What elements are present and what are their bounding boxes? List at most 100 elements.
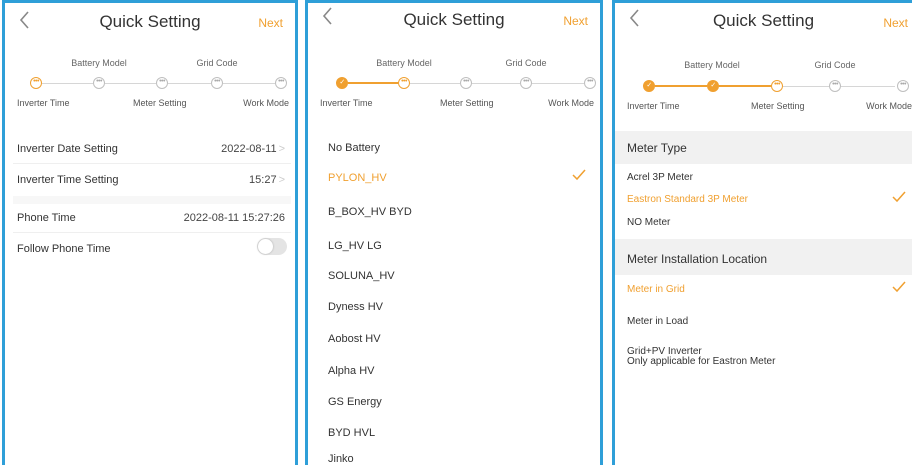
- step-node-grid-code[interactable]: •••: [829, 80, 841, 92]
- meter-option-label: Eastron Standard 3P Meter: [627, 194, 748, 205]
- step-label-work-mode: Work Mode: [548, 98, 594, 108]
- step-node-battery-model[interactable]: •••: [398, 77, 410, 89]
- step-connector: [348, 82, 398, 84]
- step-connector: [168, 83, 211, 84]
- step-label-meter-setting: Meter Setting: [133, 98, 187, 108]
- meter-option-acrel-3p[interactable]: Acrel 3P Meter: [627, 172, 906, 183]
- step-node-battery-model[interactable]: •••: [93, 77, 105, 89]
- checkmark-icon: [892, 281, 906, 293]
- step-connector: [410, 83, 460, 84]
- step-connector: [783, 86, 829, 87]
- step-label-inverter-time: Inverter Time: [17, 98, 70, 108]
- battery-option-aobost-hv[interactable]: Aobost HV: [328, 333, 590, 345]
- step-connector: [42, 83, 93, 84]
- step-node-inverter-time[interactable]: ✓: [336, 77, 348, 89]
- phone-time-value: 2022-08-11 15:27:26: [183, 212, 285, 224]
- battery-option-lg-hv-lg[interactable]: LG_HV LG: [328, 240, 590, 252]
- step-node-meter-setting[interactable]: •••: [156, 77, 168, 89]
- step-label-meter-setting: Meter Setting: [751, 101, 805, 111]
- divider: [13, 163, 291, 164]
- page-title: Quick Setting: [403, 10, 505, 29]
- location-option-grid-pv-inverter[interactable]: Grid+PV Inverter Only applicable for Eas…: [627, 347, 906, 367]
- header: Quick Setting Next: [308, 3, 600, 43]
- next-button[interactable]: Next: [883, 16, 908, 30]
- battery-option-bbox-hv-byd[interactable]: B_BOX_HV BYD: [328, 206, 590, 218]
- battery-option-soluna-hv[interactable]: SOLUNA_HV: [328, 270, 590, 282]
- page-title: Quick Setting: [99, 12, 201, 31]
- step-label-grid-code: Grid Code: [505, 58, 547, 68]
- step-label-inverter-time: Inverter Time: [320, 98, 373, 108]
- step-label-grid-code: Grid Code: [196, 58, 238, 68]
- step-label-meter-setting: Meter Setting: [440, 98, 494, 108]
- step-progress: Battery Model Grid Code ✓ ••• ••• ••• ••…: [308, 43, 600, 121]
- row-label: Inverter Date Setting: [17, 143, 118, 155]
- step-label-battery-model: Battery Model: [684, 60, 740, 70]
- step-connector: [105, 83, 156, 84]
- step-label-work-mode: Work Mode: [866, 101, 912, 111]
- checkmark-icon: [892, 191, 906, 203]
- toggle-knob: [258, 239, 273, 254]
- meter-setting-screen: Quick Setting Next Battery Model Grid Co…: [612, 0, 912, 465]
- step-node-battery-model[interactable]: ✓: [707, 80, 719, 92]
- step-connector: [223, 83, 275, 84]
- meter-installation-location-heading: Meter Installation Location: [615, 239, 912, 275]
- chevron-right-icon: >: [278, 143, 285, 155]
- follow-phone-time-row: Follow Phone Time: [17, 243, 285, 255]
- header: Quick Setting Next: [615, 3, 912, 43]
- step-node-inverter-time[interactable]: •••: [30, 77, 42, 89]
- header: Quick Setting Next: [5, 3, 295, 43]
- battery-model-screen: Quick Setting Next Battery Model Grid Co…: [305, 0, 603, 465]
- step-connector: [532, 83, 584, 84]
- step-label-grid-code: Grid Code: [814, 60, 856, 70]
- step-label-battery-model: Battery Model: [71, 58, 127, 68]
- phone-time-row: Phone Time 2022-08-11 15:27:26: [17, 212, 285, 224]
- time-value: 15:27: [249, 174, 277, 186]
- step-connector: [655, 85, 707, 87]
- step-node-work-mode[interactable]: •••: [584, 77, 596, 89]
- meter-option-no-meter[interactable]: NO Meter: [627, 217, 906, 228]
- battery-option-dyness-hv[interactable]: Dyness HV: [328, 301, 590, 313]
- battery-option-alpha-hv[interactable]: Alpha HV: [328, 365, 590, 377]
- row-label: Inverter Time Setting: [17, 174, 119, 186]
- step-node-work-mode[interactable]: •••: [897, 80, 909, 92]
- location-option-meter-in-grid[interactable]: Meter in Grid: [627, 281, 906, 295]
- step-node-meter-setting[interactable]: •••: [460, 77, 472, 89]
- divider: [13, 232, 291, 233]
- step-node-inverter-time[interactable]: ✓: [643, 80, 655, 92]
- chevron-right-icon: >: [278, 174, 285, 186]
- battery-option-gs-energy[interactable]: GS Energy: [328, 396, 590, 408]
- step-connector: [472, 83, 520, 84]
- step-node-grid-code[interactable]: •••: [520, 77, 532, 89]
- battery-option-label: PYLON_HV: [328, 172, 387, 184]
- battery-option-no-battery[interactable]: No Battery: [328, 142, 590, 154]
- divider: [13, 196, 291, 204]
- battery-option-jinko[interactable]: Jinko: [328, 453, 590, 465]
- meter-option-eastron-standard-3p[interactable]: Eastron Standard 3P Meter: [627, 191, 906, 205]
- meter-type-heading: Meter Type: [615, 131, 912, 164]
- checkmark-icon: [572, 169, 586, 181]
- step-node-work-mode[interactable]: •••: [275, 77, 287, 89]
- step-progress: Battery Model Grid Code ✓ ✓ ••• ••• ••• …: [615, 43, 912, 121]
- follow-phone-time-toggle[interactable]: [257, 238, 287, 255]
- battery-option-pylon-hv[interactable]: PYLON_HV: [328, 169, 590, 184]
- inverter-time-setting-row[interactable]: Inverter Time Setting 15:27 >: [17, 174, 285, 186]
- step-label-battery-model: Battery Model: [376, 58, 432, 68]
- location-option-meter-in-load[interactable]: Meter in Load: [627, 316, 906, 327]
- battery-option-byd-hvl[interactable]: BYD HVL: [328, 427, 590, 439]
- step-label-work-mode: Work Mode: [243, 98, 289, 108]
- step-label-inverter-time: Inverter Time: [627, 101, 680, 111]
- row-label: Follow Phone Time: [17, 243, 111, 255]
- inverter-date-setting-row[interactable]: Inverter Date Setting 2022-08-11 >: [17, 143, 285, 155]
- next-button[interactable]: Next: [258, 16, 283, 30]
- step-connector: [841, 86, 895, 87]
- step-node-meter-setting[interactable]: •••: [771, 80, 783, 92]
- step-progress: Battery Model Grid Code ••• ••• ••• ••• …: [5, 43, 295, 121]
- option-note: Only applicable for Eastron Meter: [627, 356, 776, 367]
- step-connector: [719, 85, 771, 87]
- step-node-grid-code[interactable]: •••: [211, 77, 223, 89]
- inverter-time-screen: Quick Setting Next Battery Model Grid Co…: [2, 0, 298, 465]
- next-button[interactable]: Next: [563, 14, 588, 28]
- page-title: Quick Setting: [712, 11, 815, 30]
- row-label: Phone Time: [17, 212, 76, 224]
- location-option-label: Meter in Grid: [627, 284, 685, 295]
